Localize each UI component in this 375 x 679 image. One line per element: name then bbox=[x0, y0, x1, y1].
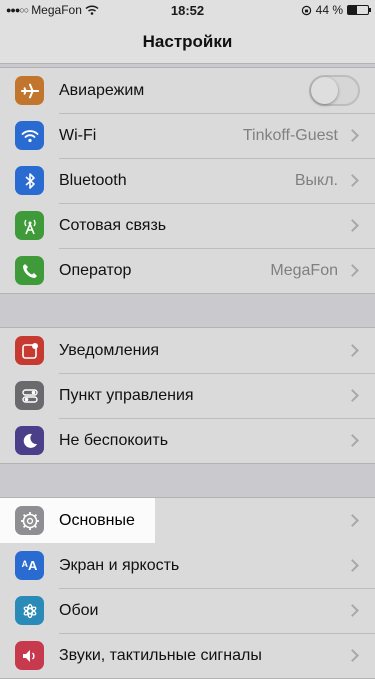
chevron-right-icon bbox=[346, 604, 359, 617]
rotation-lock-icon bbox=[301, 5, 311, 15]
chevron-right-icon bbox=[346, 174, 359, 187]
battery-level bbox=[348, 6, 357, 14]
status-bar-right: 44 % bbox=[301, 3, 375, 17]
gear-icon bbox=[15, 506, 44, 535]
battery-icon bbox=[347, 5, 371, 15]
notifications-icon bbox=[15, 336, 44, 365]
row-sounds[interactable]: Звуки, тактильные сигналы bbox=[0, 633, 375, 678]
row-label: Уведомления bbox=[59, 341, 160, 359]
airplane-icon bbox=[15, 76, 44, 105]
settings-group-connectivity: Авиарежим Wi-Fi Tinkoff-Guest Bluetooth … bbox=[0, 67, 375, 294]
row-label: Экран и яркость bbox=[59, 556, 180, 574]
bluetooth-icon bbox=[15, 166, 44, 195]
row-label: Основные bbox=[59, 511, 135, 529]
wallpaper-icon bbox=[15, 596, 44, 625]
navigation-bar: Настройки bbox=[0, 20, 375, 64]
row-value: Tinkoff-Guest bbox=[242, 126, 338, 144]
wifi-status-icon bbox=[85, 5, 99, 15]
row-carrier[interactable]: Оператор MegaFon bbox=[0, 248, 375, 293]
airplane-mode-toggle[interactable] bbox=[309, 75, 360, 106]
row-label: Wi-Fi bbox=[59, 126, 97, 144]
chevron-right-icon bbox=[346, 514, 359, 527]
row-control-center[interactable]: Пункт управления bbox=[0, 373, 375, 418]
chevron-right-icon bbox=[346, 344, 359, 357]
settings-group-notifications: Уведомления Пункт управления Не беспокои… bbox=[0, 327, 375, 464]
row-label: Сотовая связь bbox=[59, 216, 167, 234]
row-label: Оператор bbox=[59, 261, 132, 279]
row-value: MegaFon bbox=[270, 261, 338, 279]
row-label: Пункт управления bbox=[59, 386, 194, 404]
chevron-right-icon bbox=[346, 389, 359, 402]
chevron-right-icon bbox=[346, 649, 359, 662]
wifi-icon bbox=[15, 121, 44, 150]
row-label: Bluetooth bbox=[59, 171, 127, 189]
row-wallpaper[interactable]: Обои bbox=[0, 588, 375, 633]
row-display-brightness[interactable]: ᴬA Экран и яркость bbox=[0, 543, 375, 588]
row-wifi[interactable]: Wi-Fi Tinkoff-Guest bbox=[0, 113, 375, 158]
battery-percent: 44 % bbox=[315, 3, 343, 17]
chevron-right-icon bbox=[346, 129, 359, 142]
row-label: Обои bbox=[59, 601, 99, 619]
page-title: Настройки bbox=[142, 31, 233, 51]
aa-glyph: ᴬA bbox=[21, 558, 38, 573]
row-airplane-mode[interactable]: Авиарежим bbox=[0, 68, 375, 113]
chevron-right-icon bbox=[346, 434, 359, 447]
status-bar: ●●●○○ MegaFon 18:52 44 % bbox=[0, 0, 375, 20]
chevron-right-icon bbox=[346, 559, 359, 572]
row-label: Не беспокоить bbox=[59, 431, 169, 449]
chevron-right-icon bbox=[346, 219, 359, 232]
phone-icon bbox=[15, 256, 44, 285]
signal-strength-icon: ●●●○○ bbox=[6, 5, 29, 15]
row-general[interactable]: Основные bbox=[0, 498, 155, 543]
moon-icon bbox=[15, 426, 44, 455]
carrier-name: MegaFon bbox=[31, 3, 82, 17]
row-do-not-disturb[interactable]: Не беспокоить bbox=[0, 418, 375, 463]
settings-group-general: Основные ᴬA Экран и яркость Обои Звуки, … bbox=[0, 497, 375, 679]
row-value: Выкл. bbox=[294, 171, 338, 189]
display-brightness-icon: ᴬA bbox=[15, 551, 44, 580]
control-center-icon bbox=[15, 381, 44, 410]
row-notifications[interactable]: Уведомления bbox=[0, 328, 375, 373]
row-bluetooth[interactable]: Bluetooth Выкл. bbox=[0, 158, 375, 203]
row-label: Авиарежим bbox=[59, 81, 145, 99]
chevron-right-icon bbox=[346, 264, 359, 277]
cellular-icon bbox=[15, 211, 44, 240]
status-bar-left: ●●●○○ MegaFon bbox=[0, 3, 99, 17]
row-label: Звуки, тактильные сигналы bbox=[59, 646, 262, 664]
row-cellular[interactable]: Сотовая связь bbox=[0, 203, 375, 248]
toggle-knob bbox=[311, 77, 338, 104]
